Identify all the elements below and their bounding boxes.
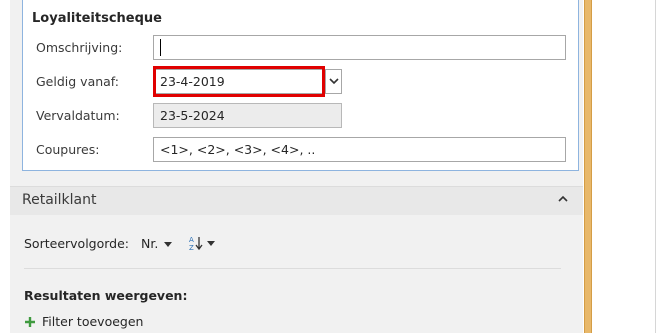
sort-az-icon: A Z [189,236,203,252]
retail-section-title: Retailklant [22,192,97,208]
divider [24,268,561,269]
dropdown-arrow-icon [164,241,173,247]
valid-from-highlight [153,66,325,97]
add-filter-button[interactable]: Filter toevoegen [24,314,143,329]
loyalty-section-title: Loyaliteitscheque [32,11,162,26]
dropdown-arrow-icon [207,240,216,246]
svg-text:Z: Z [189,244,194,252]
denominations-label: Coupures: [36,142,100,157]
description-label: Omschrijving: [36,40,123,55]
sort-label: Sorteervolgorde: [24,235,129,251]
chevron-down-icon [328,78,339,85]
valid-from-label: Geldig vanaf: [36,74,119,89]
chevron-up-icon[interactable] [557,193,569,205]
plus-icon [25,316,35,327]
text-caret [160,39,161,56]
denominations-input[interactable]: <1>, <2>, <3>, <4>, .. [153,137,566,162]
sort-field-dropdown[interactable]: Nr. [141,236,173,251]
expiry-date-label: Vervaldatum: [36,108,120,123]
expiry-date-field: 23-5-2024 [153,103,342,128]
side-scrollbar[interactable] [584,0,592,333]
valid-from-dropdown-button[interactable] [325,69,342,94]
add-filter-label: Filter toevoegen [42,314,144,329]
retail-section-header[interactable]: Retailklant [10,186,583,215]
sort-direction-button[interactable]: A Z [188,234,216,252]
description-input[interactable] [153,35,566,60]
results-title: Resultaten weergeven: [24,288,188,303]
sort-row: Sorteervolgorde: Nr. A Z [24,234,216,252]
svg-text:A: A [189,236,194,244]
